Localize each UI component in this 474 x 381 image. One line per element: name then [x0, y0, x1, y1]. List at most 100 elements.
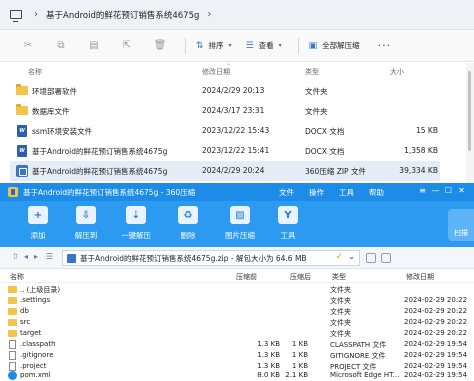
file-modified: 2024/2/29 20:24: [202, 166, 265, 175]
chevron-right-icon[interactable]: ›: [34, 9, 38, 20]
column-size[interactable]: 大小: [390, 67, 404, 77]
archive-row[interactable]: target 文件夹 2024-02-29 20:22: [0, 328, 474, 339]
sort-label: 排序: [208, 41, 224, 50]
tools-icon: Y: [278, 206, 298, 224]
extract-all-button[interactable]: ▣ 全部解压缩: [309, 40, 360, 51]
column-compressed[interactable]: 压缩前: [236, 272, 257, 282]
nav-up-icon[interactable]: ⇧: [12, 252, 19, 261]
menu-icon[interactable]: ≡: [416, 186, 429, 195]
column-name[interactable]: 名称: [28, 67, 42, 77]
scan-button[interactable]: 扫描: [448, 209, 474, 241]
archive-path-field[interactable]: 基于Android的鲜花预订销售系统4675g.zip - 解包大小为 64.6…: [62, 250, 360, 266]
archive-row[interactable]: .classpath 1.3 KB 1 KB CLASSPATH 文件 2024…: [0, 339, 474, 350]
chevron-right-icon[interactable]: ›: [207, 9, 211, 20]
file-row[interactable]: 数据库文件 2024/3/17 23:31 文件夹: [10, 101, 440, 121]
archive-path-text: 基于Android的鲜花预订销售系统4675g.zip - 解包大小为 64.6…: [80, 253, 307, 263]
paste-icon[interactable]: ▤: [84, 37, 104, 55]
copy-icon[interactable]: ⧉: [51, 37, 71, 55]
one-click-extract-button[interactable]: ⇣ 一键解压: [116, 206, 156, 241]
more-options-button[interactable]: ···: [378, 39, 392, 52]
archive-row[interactable]: pom.xml 8.0 KB 2.1 KB Microsoft Edge HT.…: [0, 370, 474, 381]
add-icon: +: [28, 206, 48, 224]
column-packed[interactable]: 压缩后: [290, 272, 311, 282]
file-row[interactable]: 环境部署软件 2024/2/29 20:13 文件夹: [10, 81, 440, 101]
menu-tools[interactable]: 工具: [339, 187, 354, 198]
file-type: DOCX 文档: [305, 147, 345, 156]
add-label: 添加: [30, 231, 46, 240]
image-compress-button[interactable]: ▨ 图片压缩: [220, 206, 260, 241]
add-button[interactable]: + 添加: [18, 206, 58, 241]
entry-packed: 2.1 KB: [285, 371, 308, 379]
search-icon[interactable]: [381, 253, 391, 263]
entry-type: 文件夹: [330, 308, 351, 316]
zip-file-icon: [67, 253, 76, 263]
column-modified[interactable]: 修改日期: [406, 272, 434, 282]
column-type[interactable]: 类型: [332, 272, 346, 282]
menu-operation[interactable]: 操作: [309, 187, 324, 198]
nav-back-icon[interactable]: ◂: [24, 252, 28, 261]
menu-file[interactable]: 文件: [279, 187, 294, 198]
explorer-scrollbar[interactable]: [466, 63, 474, 183]
entry-modified: 2024-02-29 20:22: [404, 329, 468, 337]
maximize-icon[interactable]: ☐: [442, 186, 455, 195]
column-modified[interactable]: 修改日期: [202, 67, 230, 77]
column-name[interactable]: 名称: [10, 272, 24, 282]
entry-type: GITIGNORE 文件: [330, 352, 386, 360]
this-pc-icon[interactable]: [10, 10, 22, 22]
file-icon: [9, 340, 16, 349]
file-size: 1,358 KB: [404, 146, 438, 155]
entry-type: 文件夹: [330, 297, 351, 305]
tools-label: 工具: [280, 231, 296, 240]
file-row[interactable]: W ssm环境安装文件 2023/12/22 15:43 DOCX 文档 15 …: [10, 121, 440, 141]
scrollbar-thumb[interactable]: [468, 71, 471, 151]
zip-window: 基于Android的鲜花预订销售系统4675g - 360压缩 文件 操作 工具…: [0, 183, 474, 381]
delete-label: 删除: [180, 231, 196, 240]
delete-button[interactable]: ♻ 删除: [168, 206, 208, 241]
file-row[interactable]: W 基于Android的鲜花预订销售系统4675g 2023/12/22 15:…: [10, 141, 440, 161]
file-icon: [9, 351, 16, 360]
list-view-icon[interactable]: ☰: [46, 252, 53, 261]
entry-name: .classpath: [20, 340, 56, 348]
cut-icon[interactable]: ✂: [18, 37, 38, 55]
explorer-address-bar[interactable]: › 基于Android的鲜花预订销售系统4675g ›: [0, 0, 474, 30]
nav-forward-icon[interactable]: ▸: [34, 252, 38, 261]
file-name: ssm环境安装文件: [32, 127, 93, 136]
entry-name: .. (上级目录): [20, 286, 61, 294]
extract-to-button[interactable]: ⇩ 解压到: [66, 206, 106, 241]
file-row-selected[interactable]: 基于Android的鲜花预订销售系统4675g 2024/2/29 20:24 …: [10, 161, 440, 181]
breadcrumb-current-folder[interactable]: 基于Android的鲜花预订销售系统4675g: [46, 9, 199, 21]
zip-titlebar[interactable]: 基于Android的鲜花预订销售系统4675g - 360压缩 文件 操作 工具…: [0, 183, 474, 201]
entry-packed: 1 KB: [291, 351, 308, 359]
entry-type: 文件夹: [330, 330, 351, 338]
archive-row[interactable]: db 文件夹 2024-02-29 20:22: [0, 306, 474, 317]
view-button[interactable]: ☰ 查看 ▾: [246, 40, 282, 51]
file-modified: 2024/2/29 20:13: [202, 86, 265, 95]
extract-all-icon: ▣: [308, 40, 318, 51]
minimize-icon[interactable]: —: [429, 186, 442, 195]
archive-row[interactable]: .settings 文件夹 2024-02-29 20:22: [0, 295, 474, 306]
image-compress-icon: ▨: [230, 206, 250, 224]
chevron-down-icon[interactable]: ⌄: [348, 252, 355, 261]
close-icon[interactable]: ✕: [455, 186, 468, 195]
archive-row[interactable]: .gitignore 1.3 KB 1 KB GITIGNORE 文件 2024…: [0, 350, 474, 361]
archive-row[interactable]: src 文件夹 2024-02-29 20:22: [0, 317, 474, 328]
share-icon[interactable]: ⇱: [117, 37, 137, 55]
column-type[interactable]: 类型: [305, 67, 319, 77]
archive-row-parent[interactable]: .. (上级目录) 文件夹: [0, 284, 474, 295]
entry-compressed: 1.3 KB: [257, 351, 280, 359]
tools-button[interactable]: Y 工具: [268, 206, 308, 241]
file-name: 基于Android的鲜花预订销售系统4675g: [32, 147, 168, 156]
menu-help[interactable]: 帮助: [369, 187, 384, 198]
sort-button[interactable]: ⇅ 排序 ▾: [196, 40, 232, 51]
folder-icon: [8, 297, 17, 304]
delete-icon[interactable]: 🗑: [150, 37, 170, 55]
entry-type: CLASSPATH 文件: [330, 341, 387, 349]
view-mode-icon[interactable]: [366, 253, 376, 263]
window-controls: ≡ — ☐ ✕: [416, 186, 468, 195]
entry-modified: 2024-02-29 20:22: [404, 318, 468, 326]
toolbar-divider: [297, 37, 299, 54]
file-type: 360压缩 ZIP 文件: [305, 167, 366, 176]
image-compress-label: 图片压缩: [225, 231, 255, 240]
file-size: 39,334 KB: [399, 166, 438, 175]
entry-compressed: 1.3 KB: [257, 362, 280, 370]
